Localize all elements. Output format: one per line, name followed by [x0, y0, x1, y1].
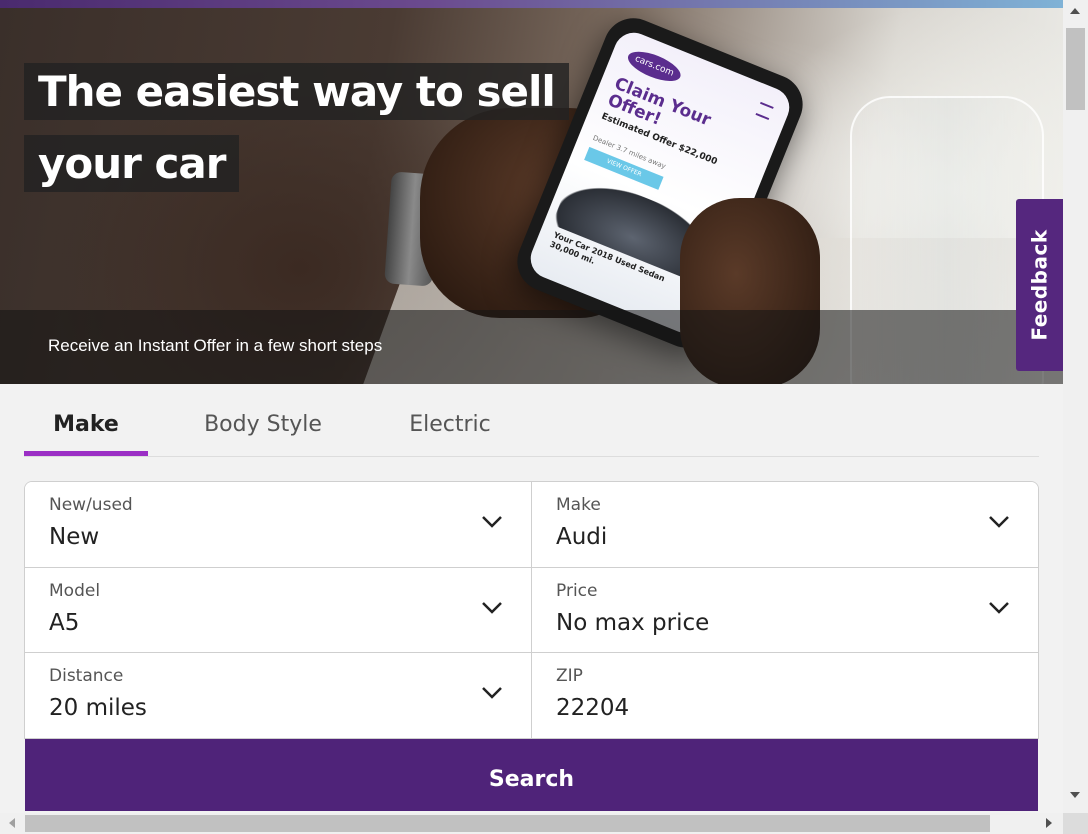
search-tabs: Make Body Style Electric: [24, 400, 1039, 457]
scroll-down-icon[interactable]: [1070, 792, 1080, 798]
model-label: Model: [49, 581, 101, 601]
new-used-label: New/used: [49, 495, 133, 515]
price-select[interactable]: Price No max price: [532, 568, 1038, 653]
hero-title: The easiest way to sell your car: [24, 56, 664, 200]
divider: [531, 482, 532, 738]
feedback-button[interactable]: Feedback: [1016, 199, 1063, 371]
distance-value: 20 miles: [49, 695, 147, 721]
new-used-value: New: [49, 524, 100, 550]
model-value: A5: [49, 610, 80, 636]
scroll-left-icon[interactable]: [9, 818, 15, 828]
chevron-down-icon: [989, 602, 1009, 614]
zip-field[interactable]: ZIP 22204: [532, 653, 1038, 738]
tab-make[interactable]: Make: [24, 400, 148, 456]
price-value: No max price: [556, 610, 710, 636]
model-select[interactable]: Model A5: [25, 568, 531, 653]
chevron-down-icon: [482, 687, 502, 699]
tab-body-style[interactable]: Body Style: [194, 400, 332, 454]
vertical-scrollbar[interactable]: [1063, 0, 1088, 813]
distance-label: Distance: [49, 666, 124, 686]
horizontal-scroll-thumb[interactable]: [25, 815, 990, 832]
hero-title-text: The easiest way to sell your car: [24, 63, 569, 192]
chevron-down-icon: [482, 516, 502, 528]
vertical-scroll-thumb[interactable]: [1066, 28, 1085, 110]
make-value: Audi: [556, 524, 608, 550]
top-gradient-strip: [0, 0, 1063, 8]
tab-electric[interactable]: Electric: [398, 400, 502, 454]
search-form: New/used New Make Audi Model A5 Price No…: [24, 481, 1039, 739]
chevron-down-icon: [482, 602, 502, 614]
scroll-up-icon[interactable]: [1070, 8, 1080, 14]
hero-caption: Receive an Instant Offer in a few short …: [48, 336, 383, 355]
new-used-select[interactable]: New/used New: [25, 482, 531, 567]
chevron-down-icon: [989, 516, 1009, 528]
zip-value[interactable]: 22204: [556, 695, 629, 721]
scrollbar-corner: [1063, 813, 1088, 834]
feedback-label: Feedback: [1027, 229, 1052, 341]
distance-select[interactable]: Distance 20 miles: [25, 653, 531, 738]
phone-menu-icon: [755, 101, 774, 121]
make-select[interactable]: Make Audi: [532, 482, 1038, 567]
search-button[interactable]: Search: [25, 739, 1038, 811]
scroll-right-icon[interactable]: [1046, 818, 1052, 828]
price-label: Price: [556, 581, 598, 601]
make-label: Make: [556, 495, 601, 515]
zip-label: ZIP: [556, 666, 583, 686]
horizontal-scrollbar[interactable]: [0, 813, 1063, 834]
hero-banner: cars.com Claim Your Offer! Estimated Off…: [0, 8, 1063, 384]
